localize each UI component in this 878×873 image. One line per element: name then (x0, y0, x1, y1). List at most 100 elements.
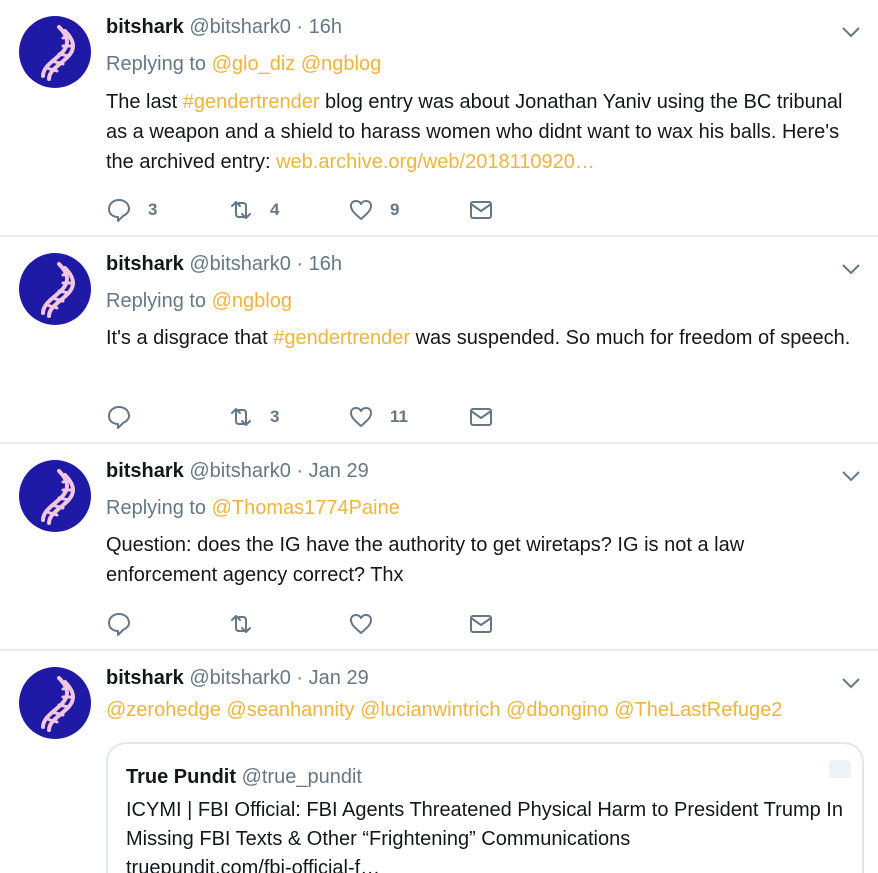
text-fragment: Question: does the IG have the authority… (106, 534, 745, 586)
avatar[interactable] (19, 667, 91, 739)
user-handle[interactable]: @bitshark0 (189, 667, 290, 689)
display-name[interactable]: bitshark (106, 16, 184, 38)
retweet-button[interactable]: 4 (228, 195, 279, 225)
like-count: 9 (390, 200, 400, 219)
text-fragment: was suspended. So much for freedom of sp… (410, 327, 851, 349)
tweet-text: It's a disgrace that #gendertrender was … (106, 323, 851, 353)
separator-dot: · (296, 253, 304, 275)
retweet-button[interactable]: 3 (228, 402, 279, 432)
dna-helix-icon (41, 676, 76, 732)
tweet[interactable]: bitshark @bitshark0 · Jan 29 Replying to… (0, 444, 878, 651)
retweet-icon (231, 408, 251, 426)
reply-count: 3 (148, 200, 158, 219)
dna-helix-icon (41, 469, 76, 525)
mention-link[interactable]: @ngblog (301, 53, 381, 75)
retweet-count: 4 (270, 200, 280, 219)
avatar[interactable] (19, 16, 91, 88)
display-name[interactable]: bitshark (106, 253, 184, 275)
tweet-header: bitshark @bitshark0 · Jan 29 (106, 458, 369, 484)
quoted-user-handle[interactable]: @true_pundit (242, 766, 362, 788)
tweet-header: bitshark @bitshark0 · 16h (106, 14, 342, 40)
display-name[interactable]: bitshark (106, 667, 184, 689)
reply-bubble-icon (108, 199, 130, 222)
avatar[interactable] (19, 253, 91, 325)
hashtag-link[interactable]: #gendertrender (273, 327, 410, 349)
quoted-display-name[interactable]: True Pundit (126, 766, 236, 788)
dna-helix-icon (41, 25, 76, 81)
tweet-actions: 3 4 9 (106, 195, 526, 225)
hashtag-link[interactable]: #gendertrender (183, 91, 320, 113)
tweet[interactable]: bitshark @bitshark0 · 16h Replying to @g… (0, 0, 878, 237)
chevron-down-icon[interactable] (840, 671, 862, 693)
replying-to-label: Replying to (106, 497, 207, 519)
mention-link[interactable]: @seanhannity (226, 699, 354, 721)
reply-button[interactable] (106, 609, 132, 639)
timestamp[interactable]: 16h (309, 16, 342, 38)
replying-to: Replying to @Thomas1774Paine (106, 495, 400, 521)
text-fragment: It's a disgrace that (106, 327, 274, 349)
display-name[interactable]: bitshark (106, 460, 184, 482)
text-fragment: The last (106, 91, 183, 113)
timestamp[interactable]: Jan 29 (309, 460, 369, 482)
retweet-icon (231, 201, 251, 219)
replying-to: Replying to @glo_diz @ngblog (106, 51, 381, 77)
heart-icon (350, 407, 372, 427)
user-handle[interactable]: @bitshark0 (189, 253, 290, 275)
separator-dot: · (296, 460, 304, 482)
user-handle[interactable]: @bitshark0 (189, 460, 290, 482)
mention-link[interactable]: @zerohedge (106, 699, 221, 721)
mention-link[interactable]: @TheLastRefuge2 (614, 699, 782, 721)
tweet-actions (106, 609, 526, 639)
direct-message-button[interactable] (468, 609, 494, 639)
url-link[interactable]: web.archive.org/web/2018110920… (276, 151, 595, 173)
tweet-mentions: @zerohedge @seanhannity @lucianwintrich … (106, 697, 782, 723)
envelope-icon (470, 408, 492, 426)
mention-link[interactable]: @ngblog (212, 290, 292, 312)
quoted-url[interactable]: truepundit.com/fbi-official-f… (126, 857, 380, 873)
user-handle[interactable]: @bitshark0 (189, 16, 290, 38)
chevron-down-icon[interactable] (840, 464, 862, 486)
tweet[interactable]: bitshark @bitshark0 · 16h Replying to @n… (0, 237, 878, 444)
mention-link[interactable]: @lucianwintrich (360, 699, 500, 721)
tweet-header: bitshark @bitshark0 · 16h (106, 251, 342, 277)
retweet-count: 3 (270, 407, 280, 426)
direct-message-button[interactable] (468, 195, 494, 225)
reply-bubble-icon (108, 613, 130, 636)
heart-icon (350, 200, 372, 220)
faded-element (829, 760, 851, 778)
tweet-text: The last #gendertrender blog entry was a… (106, 87, 851, 177)
replying-to-label: Replying to (106, 290, 207, 312)
timestamp[interactable]: 16h (309, 253, 342, 275)
avatar[interactable] (19, 460, 91, 532)
like-button[interactable] (348, 609, 374, 639)
replying-to-label: Replying to (106, 53, 207, 75)
separator-dot: · (296, 16, 304, 38)
reply-bubble-icon (108, 406, 130, 429)
mention-link[interactable]: @dbongino (506, 699, 609, 721)
envelope-icon (470, 615, 492, 633)
reply-button[interactable]: 3 (106, 195, 157, 225)
mention-link[interactable]: @Thomas1774Paine (212, 497, 400, 519)
dna-helix-icon (41, 262, 76, 318)
tweet-text: Question: does the IG have the authority… (106, 530, 851, 590)
quoted-text-body: ICYMI | FBI Official: FBI Agents Threate… (126, 799, 843, 850)
timestamp[interactable]: Jan 29 (309, 667, 369, 689)
retweet-icon (231, 615, 251, 633)
quoted-tweet-text: ICYMI | FBI Official: FBI Agents Threate… (126, 796, 846, 873)
like-button[interactable]: 11 (348, 402, 408, 432)
mention-link[interactable]: @glo_diz (212, 53, 296, 75)
like-button[interactable]: 9 (348, 195, 399, 225)
chevron-down-icon[interactable] (840, 20, 862, 42)
quoted-tweet-header: True Pundit @true_pundit (126, 764, 362, 790)
quoted-tweet-card[interactable]: True Pundit @true_pundit ICYMI | FBI Off… (106, 742, 864, 873)
separator-dot: · (296, 667, 304, 689)
tweet-header: bitshark @bitshark0 · Jan 29 (106, 665, 369, 691)
tweet-timeline: bitshark @bitshark0 · 16h Replying to @g… (0, 0, 878, 873)
chevron-down-icon[interactable] (840, 257, 862, 279)
tweet-actions: 3 11 (106, 402, 526, 432)
envelope-icon (470, 201, 492, 219)
reply-button[interactable] (106, 402, 148, 432)
like-count: 11 (390, 407, 408, 426)
direct-message-button[interactable] (468, 402, 494, 432)
retweet-button[interactable] (228, 609, 254, 639)
